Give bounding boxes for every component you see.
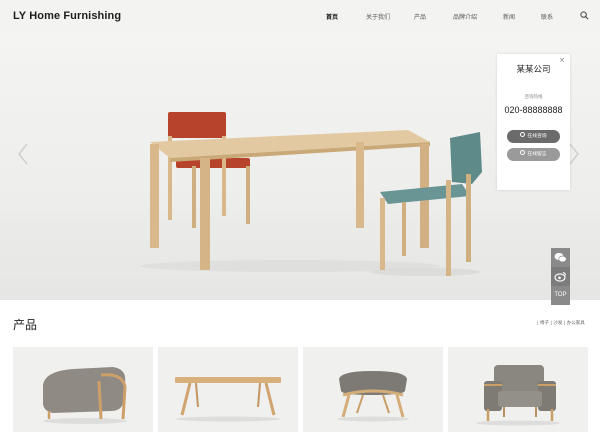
nav-item-products[interactable]: 产品 [414, 12, 426, 21]
nav-item-contact[interactable]: 联系 [541, 12, 553, 21]
company-name: 某某公司 [516, 65, 551, 75]
hotline-label: 咨询热线 [524, 95, 543, 100]
category-office-furniture[interactable]: 办公家具 [567, 321, 585, 326]
online-message-label: 在线留言 [527, 152, 547, 157]
ottoman-image [43, 367, 127, 424]
nav-item-news[interactable]: 新闻 [503, 12, 515, 21]
category-separator: | [537, 321, 539, 326]
main-nav: 首页 关于我们 产品 品牌介绍 新闻 联系 [0, 12, 600, 26]
product-card[interactable] [303, 347, 443, 432]
online-consult-button[interactable]: 在线咨询 [507, 130, 560, 143]
wechat-button[interactable] [551, 248, 570, 267]
nav-item-about[interactable]: 关于我们 [366, 12, 390, 21]
nav-item-home[interactable]: 首页 [326, 12, 338, 21]
products-section-title: 产品 [13, 318, 38, 332]
chevron-left-icon[interactable] [16, 142, 30, 166]
wechat-icon [554, 252, 567, 263]
stool-image [337, 371, 409, 422]
nav-item-brand[interactable]: 品牌介绍 [453, 12, 477, 21]
product-grid [13, 347, 588, 432]
online-consult-label: 在线咨询 [527, 134, 547, 139]
chat-icon [520, 132, 526, 137]
back-to-top-button[interactable]: TOP [551, 286, 570, 305]
coffee-table-image [175, 377, 281, 422]
category-separator: | [563, 321, 566, 326]
product-card[interactable] [13, 347, 153, 432]
product-category-links: | 椅子 | 沙发 | 办公家具 [537, 320, 585, 326]
weibo-icon [554, 272, 566, 282]
search-icon[interactable] [580, 11, 589, 20]
message-icon [520, 150, 526, 155]
hotline-phone: 020-88888888 [504, 105, 563, 115]
armchair-image [476, 365, 560, 426]
product-card[interactable] [448, 347, 588, 432]
site-header: LY Home Furnishing 首页 关于我们 产品 品牌介绍 新闻 联系 [0, 0, 600, 34]
online-message-button[interactable]: 在线留言 [507, 148, 560, 161]
category-chairs[interactable]: 椅子 [540, 321, 549, 326]
category-sofas[interactable]: 沙发 [553, 321, 562, 326]
weibo-button[interactable] [551, 267, 570, 286]
contact-panel: × 某某公司 咨询热线 020-88888888 在线咨询 在线留言 [497, 54, 570, 190]
teal-chair [380, 132, 482, 276]
category-separator: | [550, 321, 552, 326]
product-card[interactable] [158, 347, 298, 432]
